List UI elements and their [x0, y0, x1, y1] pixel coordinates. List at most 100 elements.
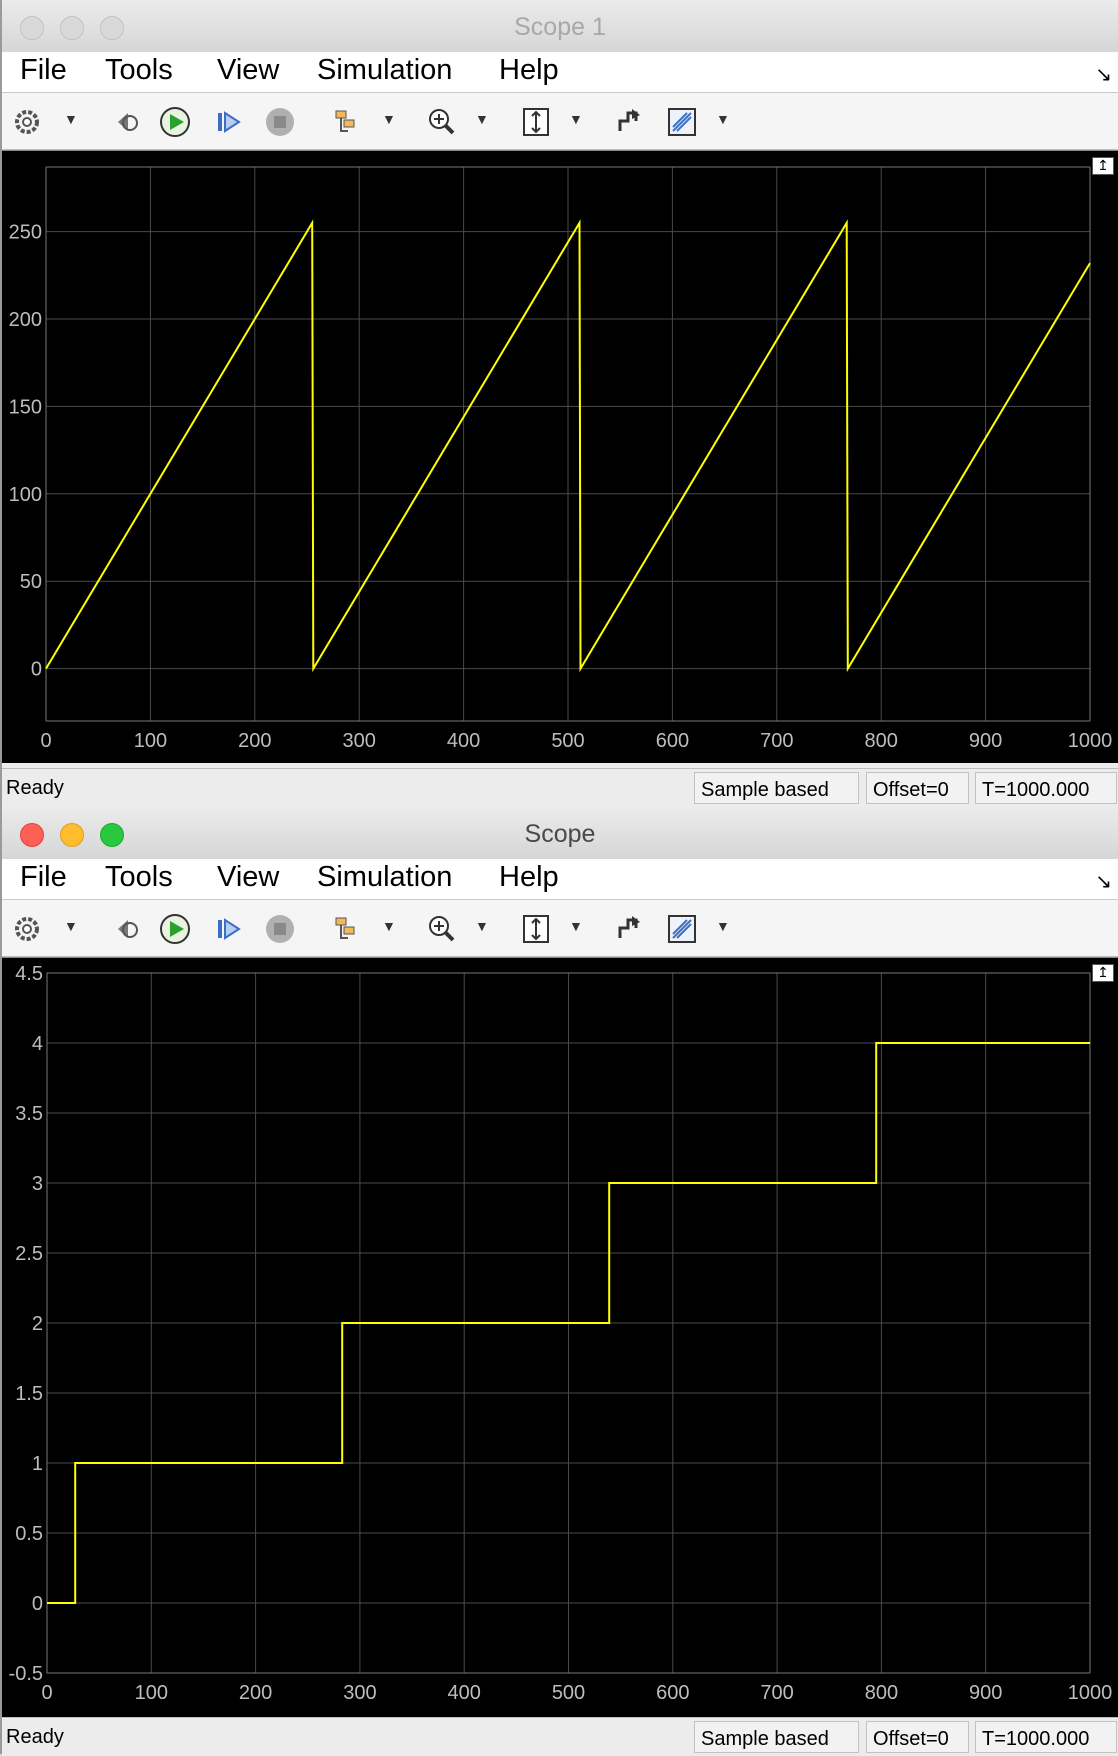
x-tick-label: 900	[969, 1682, 1002, 1704]
x-tick-label: 900	[969, 730, 1002, 752]
x-tick-label: 400	[448, 1682, 481, 1704]
toolbar: ▼ ▼ ▼ ▼ ▼	[2, 93, 1118, 150]
x-tick-label: 200	[239, 1682, 272, 1704]
x-tick-label: 600	[656, 1682, 689, 1704]
menu-bar: File Tools View Simulation Help ↘	[2, 859, 1118, 900]
window-title: Scope 1	[514, 13, 606, 41]
y-tick-label: 4.5	[15, 963, 43, 985]
zoom-in-icon[interactable]	[424, 912, 458, 946]
y-tick-label: 4	[32, 1033, 43, 1055]
plot-area[interactable]: 0 100 200 300 400 500 600 700 800 900 1000 0 50 100 15…	[2, 150, 1118, 763]
plot-area[interactable]: 0 100 200 300 400 500 600 700 800 900 1000 -0.5 0 0.5…	[2, 957, 1118, 1717]
y-tick-label: -0.5	[9, 1663, 43, 1685]
step-forward-icon[interactable]	[211, 912, 245, 946]
measurements-icon[interactable]	[665, 105, 699, 139]
menu-tools[interactable]: Tools	[105, 54, 173, 87]
menu-view[interactable]: View	[217, 861, 279, 894]
title-bar[interactable]: Scope 1	[2, 0, 1118, 53]
x-tick-label: 0	[40, 730, 51, 752]
x-tick-label: 500	[551, 730, 584, 752]
zoom-in-icon[interactable]	[424, 105, 458, 139]
offset-field: Offset=0	[866, 772, 969, 804]
y-tick-label: 2	[32, 1313, 43, 1335]
y-tick-label: 2.5	[15, 1243, 43, 1265]
restore-icon[interactable]	[612, 912, 646, 946]
dropdown-arrow-icon[interactable]: ▼	[569, 111, 583, 127]
y-tick-label: 150	[9, 396, 42, 418]
y-tick-label: 3	[32, 1173, 43, 1195]
menu-simulation[interactable]: Simulation	[317, 54, 452, 87]
menu-help[interactable]: Help	[499, 54, 559, 87]
x-tick-label: 300	[343, 1682, 376, 1704]
dropdown-arrow-icon[interactable]: ▼	[382, 918, 396, 934]
menu-file[interactable]: File	[20, 54, 67, 87]
scope-1-window: Scope 1 File Tools View Simulation Help …	[0, 0, 1118, 807]
measurements-icon[interactable]	[665, 912, 699, 946]
x-tick-label: 700	[760, 730, 793, 752]
menu-help[interactable]: Help	[499, 861, 559, 894]
stop-icon[interactable]	[263, 912, 297, 946]
step-forward-icon[interactable]	[211, 105, 245, 139]
x-tick-label: 200	[238, 730, 271, 752]
grid	[45, 167, 1091, 721]
menu-file[interactable]: File	[20, 861, 67, 894]
scope-window: Scope File Tools View Simulation Help ↘ …	[0, 807, 1118, 1756]
run-icon[interactable]	[158, 105, 192, 139]
dropdown-arrow-icon[interactable]: ▼	[475, 918, 489, 934]
dropdown-arrow-icon[interactable]: ▼	[64, 918, 78, 934]
dropdown-arrow-icon[interactable]: ▼	[475, 111, 489, 127]
sample-mode-field: Sample based	[694, 772, 859, 804]
settings-icon[interactable]	[10, 912, 44, 946]
undock-icon[interactable]: ↘	[1095, 869, 1112, 894]
undock-icon[interactable]: ↘	[1095, 62, 1112, 87]
status-bar: Ready Sample based Offset=0 T=1000.000	[2, 768, 1118, 807]
step-back-icon[interactable]	[108, 912, 142, 946]
menu-tools[interactable]: Tools	[105, 861, 173, 894]
y-tick-label: 1.5	[15, 1383, 43, 1405]
x-tick-label: 800	[865, 1682, 898, 1704]
y-tick-label: 0	[32, 1593, 43, 1615]
y-tick-label: 0	[31, 659, 42, 681]
x-tick-label: 0	[41, 1682, 52, 1704]
run-icon[interactable]	[158, 912, 192, 946]
highlight-icon[interactable]	[330, 105, 364, 139]
x-tick-label: 800	[865, 730, 898, 752]
restore-icon[interactable]	[612, 105, 646, 139]
toolbar: ▼ ▼ ▼ ▼ ▼	[2, 900, 1118, 957]
x-tick-label: 1000	[1068, 730, 1113, 752]
y-tick-label: 100	[9, 484, 42, 506]
expand-axes-icon[interactable]: ↥	[1092, 964, 1114, 982]
time-field: T=1000.000	[975, 772, 1117, 804]
stop-icon[interactable]	[263, 105, 297, 139]
title-bar[interactable]: Scope	[2, 807, 1118, 860]
x-tick-label: 700	[760, 1682, 793, 1704]
time-field: T=1000.000	[975, 1721, 1117, 1753]
x-tick-label: 100	[135, 1682, 168, 1704]
window-title: Scope	[524, 820, 596, 848]
scope-1-chart: 0 100 200 300 400 500 600 700 800 900 1000 0 50 100 15…	[9, 166, 1113, 752]
scale-axes-icon[interactable]	[519, 912, 553, 946]
dropdown-arrow-icon[interactable]: ▼	[64, 111, 78, 127]
highlight-icon[interactable]	[330, 912, 364, 946]
status-bar: Ready Sample based Offset=0 T=1000.000	[2, 1717, 1118, 1756]
sample-mode-field: Sample based	[694, 1721, 859, 1753]
expand-axes-icon[interactable]: ↥	[1092, 157, 1114, 175]
y-tick-label: 200	[9, 309, 42, 331]
dropdown-arrow-icon[interactable]: ▼	[716, 918, 730, 934]
settings-icon[interactable]	[10, 105, 44, 139]
x-tick-label: 1000	[1068, 1682, 1113, 1704]
offset-field: Offset=0	[866, 1721, 969, 1753]
dropdown-arrow-icon[interactable]: ▼	[716, 111, 730, 127]
menu-bar: File Tools View Simulation Help ↘	[2, 52, 1118, 93]
x-tick-label: 400	[447, 730, 480, 752]
menu-simulation[interactable]: Simulation	[317, 861, 452, 894]
dropdown-arrow-icon[interactable]: ▼	[569, 918, 583, 934]
scale-axes-icon[interactable]	[519, 105, 553, 139]
scope-chart: 0 100 200 300 400 500 600 700 800 900 1000-0.500.5…	[9, 963, 1113, 1704]
x-tick-label: 100	[134, 730, 167, 752]
menu-view[interactable]: View	[217, 54, 279, 87]
status-text: Ready	[6, 1726, 64, 1748]
dropdown-arrow-icon[interactable]: ▼	[382, 111, 396, 127]
y-tick-label: 50	[20, 571, 42, 593]
step-back-icon[interactable]	[108, 105, 142, 139]
